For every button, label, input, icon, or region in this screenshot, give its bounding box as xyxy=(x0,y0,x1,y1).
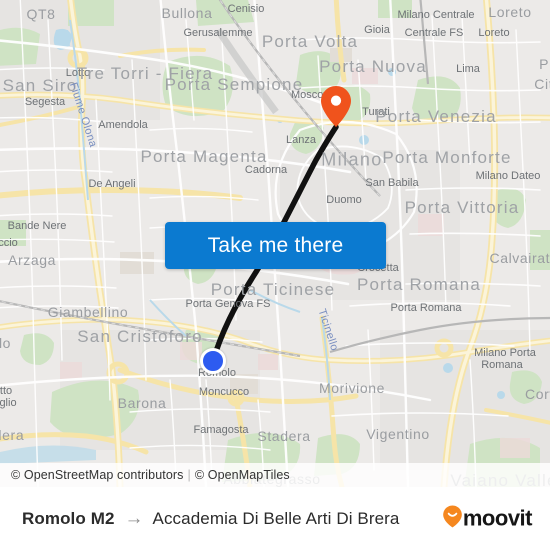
trip-footer: Romolo M2 → Accademia Di Belle Arti Di B… xyxy=(0,487,550,550)
route-summary: Romolo M2 → Accademia Di Belle Arti Di B… xyxy=(22,509,399,529)
openmaptiles-attribution-link[interactable]: © OpenMapTiles xyxy=(195,468,290,482)
route-origin-label[interactable]: Romolo M2 xyxy=(22,509,115,529)
take-me-there-label: Take me there xyxy=(207,233,344,257)
moovit-wordmark: moovit xyxy=(462,505,533,531)
moovit-trip-preview: QT8 Bullona Cenisio Milano Centrale Loreto Ge… xyxy=(0,0,550,550)
osm-attribution-link[interactable]: © OpenStreetMap contributors xyxy=(11,468,184,482)
route-destination-label[interactable]: Accademia Di Belle Arti Di Brera xyxy=(153,509,400,529)
take-me-there-button[interactable]: Take me there xyxy=(165,222,386,269)
arrow-right-icon: → xyxy=(124,508,144,529)
attribution-separator: | xyxy=(187,468,191,482)
moovit-pin-smile-icon xyxy=(443,505,462,532)
origin-marker-icon[interactable] xyxy=(200,348,226,374)
map-canvas[interactable]: QT8 Bullona Cenisio Milano Centrale Loreto Ge… xyxy=(0,0,550,487)
map-attribution: © OpenStreetMap contributors | © OpenMap… xyxy=(0,463,550,487)
moovit-logo[interactable]: moovit xyxy=(443,505,533,532)
